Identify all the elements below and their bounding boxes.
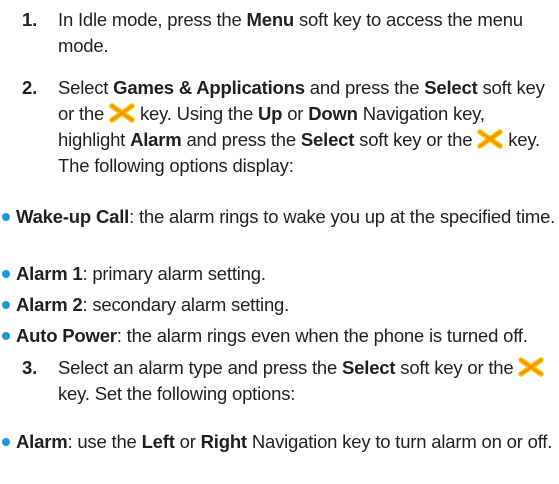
option-text: Alarm 1: primary alarm setting. <box>16 261 558 287</box>
ok-navigation-key-icon <box>477 129 504 149</box>
menu-name: Alarm <box>130 129 182 150</box>
option-label: Alarm 2 <box>16 294 83 315</box>
key-name: Select <box>300 129 355 150</box>
option-text: Alarm: use the Left or Right Navigation … <box>16 429 558 455</box>
option-label: Auto Power <box>16 325 117 346</box>
menu-name: Games & Applications <box>113 77 305 98</box>
step-number: 2. <box>22 77 38 98</box>
text-run: Select an alarm type and press the <box>58 357 343 378</box>
text-run: Navigation key to turn alarm on or off. <box>246 431 553 452</box>
option-description: : primary alarm setting. <box>82 263 266 284</box>
ok-navigation-key-icon <box>109 103 135 123</box>
option-bullet: Alarm 1: primary alarm setting. <box>0 261 558 287</box>
bullet-dot <box>2 332 10 340</box>
option-label: Wake-up Call <box>16 206 130 227</box>
bullet-dot <box>2 301 10 309</box>
key-name: Down <box>308 103 358 124</box>
key-name: Select <box>424 77 478 98</box>
option-description: : the alarm rings even when the phone is… <box>116 325 528 346</box>
key-name: Up <box>257 103 283 124</box>
text-run: Select <box>58 77 114 98</box>
bullet-dot <box>2 270 10 278</box>
key-name: Left <box>141 431 175 452</box>
text-run: key. Using the <box>135 103 258 124</box>
option-text: Alarm 2: secondary alarm setting. <box>16 292 558 318</box>
bullet-dot <box>2 438 10 446</box>
text-run: In Idle mode, press the <box>58 9 247 30</box>
step-2: 2. Select Games & Applications and press… <box>22 75 554 179</box>
option-text: Auto Power: the alarm rings even when th… <box>16 323 558 349</box>
text-run: key. Set the following options: <box>58 383 296 404</box>
step-text: In Idle mode, press the Menu soft key to… <box>58 7 554 59</box>
text-run: and press the <box>304 77 425 98</box>
key-name: Right <box>200 431 247 452</box>
text-run: : use the <box>67 431 142 452</box>
key-name: Menu <box>246 9 295 30</box>
step-text: Select Games & Applications and press th… <box>58 75 554 179</box>
step-number: 1. <box>22 9 38 30</box>
option-label: Alarm <box>16 431 68 452</box>
option-label: Alarm 1 <box>16 263 83 284</box>
step-1: 1. In Idle mode, press the Menu soft key… <box>22 7 554 59</box>
step-number: 3. <box>22 357 38 378</box>
option-bullet: Alarm 2: secondary alarm setting. <box>0 292 558 318</box>
text-run: and press the <box>181 129 301 150</box>
option-bullet: Auto Power: the alarm rings even when th… <box>0 323 558 349</box>
manual-page: 1. In Idle mode, press the Menu soft key… <box>0 0 559 484</box>
text-run: soft key or the <box>395 357 519 378</box>
bullet-dot <box>2 213 10 221</box>
option-description: : the alarm rings to wake you up at the … <box>129 206 556 227</box>
ok-navigation-key-icon <box>518 357 545 377</box>
option-bullet: Alarm: use the Left or Right Navigation … <box>0 429 558 455</box>
option-bullet: Wake-up Call: the alarm rings to wake yo… <box>0 204 558 230</box>
option-description: : secondary alarm setting. <box>82 294 290 315</box>
step-3: 3. Select an alarm type and press the Se… <box>22 355 554 407</box>
text-run: or <box>282 103 309 124</box>
text-run: or <box>174 431 201 452</box>
key-name: Select <box>342 357 396 378</box>
text-run: soft key or the <box>354 129 478 150</box>
option-text: Wake-up Call: the alarm rings to wake yo… <box>16 204 558 230</box>
step-text: Select an alarm type and press the Selec… <box>58 355 554 407</box>
